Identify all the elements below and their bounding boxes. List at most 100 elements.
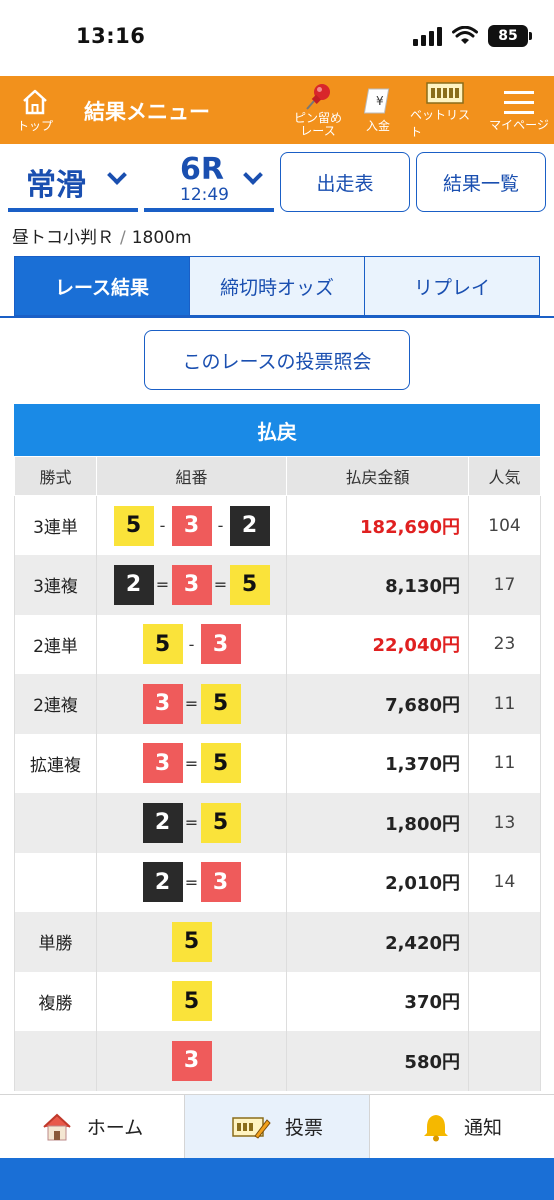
bottom-nav: ホーム 投票 通知 <box>0 1094 554 1158</box>
deposit-label: 入金 <box>365 118 390 133</box>
combination: 3 = 5 <box>97 683 286 724</box>
venue-select[interactable]: 常滑 <box>8 152 138 212</box>
bet-type-cell: 3連単 <box>14 495 97 555</box>
hamburger-menu-icon <box>504 90 534 114</box>
combo-separator: - <box>217 516 224 535</box>
header-combination: 組番 <box>96 456 287 496</box>
status-time: 13:16 <box>76 24 146 48</box>
payout-amount-cell: 370円 <box>286 971 469 1031</box>
nav-home[interactable]: ホーム <box>0 1095 184 1158</box>
nav-vote[interactable]: 投票 <box>184 1095 369 1158</box>
combination: 3 <box>97 1040 286 1081</box>
ticket-pencil-icon <box>232 1116 271 1139</box>
battery-icon: 85 <box>488 25 532 47</box>
combination-cell: 5-3-2 <box>96 495 287 555</box>
payout-amount-cell: 22,040円 <box>286 614 469 674</box>
race-select[interactable]: 6R 12:49 <box>144 152 274 212</box>
payout-amount-cell: 580円 <box>286 1031 469 1091</box>
combination-cell: 3 <box>96 1031 287 1091</box>
payout-row: 2 = 5 1,800円 13 <box>14 793 541 853</box>
betlist-button[interactable]: ベットリスト <box>410 76 480 144</box>
combination: 2 = 3 = 5 <box>97 564 286 605</box>
popularity-cell: 23 <box>468 614 541 674</box>
race-info: 昼トコ小判Ｒ /1800m <box>12 223 192 248</box>
payout-amount-cell: 182,690円 <box>286 495 469 555</box>
boat-number-badge: 5 <box>200 743 241 784</box>
popularity-cell: 11 <box>468 733 541 793</box>
vote-inquiry-button[interactable]: このレースの投票照会 <box>144 330 410 390</box>
boat-number-badge: 2 <box>113 564 154 605</box>
header-payout-amount: 払戻金額 <box>286 456 469 496</box>
signal-icon <box>413 26 442 46</box>
results-list-button[interactable]: 結果一覧 <box>416 152 546 212</box>
combination: 3 = 5 <box>97 743 286 784</box>
home-nav-button[interactable]: トップ <box>10 76 60 144</box>
payout-amount-cell: 8,130円 <box>286 555 469 615</box>
combination: 5 <box>97 981 286 1022</box>
payout-section: 払戻 勝式 組番 払戻金額 人気 3連単 5-3-2 182,690円 104 3連複 2… <box>14 404 541 1091</box>
boat-number-badge: 5 <box>113 505 154 546</box>
boat-number-badge: 5 <box>200 802 241 843</box>
header-popularity: 人気 <box>468 456 541 496</box>
combo-separator: - <box>159 516 166 535</box>
bet-type-cell: 拡連複 <box>14 733 97 793</box>
svg-text:¥: ¥ <box>376 94 384 108</box>
combination: 5-3-2 <box>97 505 286 546</box>
status-bar: 13:16 85 <box>0 0 554 76</box>
tab-closing-odds[interactable]: 締切時オッズ <box>189 257 364 315</box>
popularity-cell <box>468 1031 541 1091</box>
popularity-cell: 13 <box>468 793 541 853</box>
popularity-cell: 11 <box>468 674 541 734</box>
combination-cell: 5 <box>96 971 287 1031</box>
venue-name: 常滑 <box>26 168 86 203</box>
tab-replay[interactable]: リプレイ <box>364 257 539 315</box>
popularity-cell: 14 <box>468 852 541 912</box>
boat-number-badge: 2 <box>229 505 270 546</box>
tab-race-result[interactable]: レース結果 <box>15 257 189 315</box>
payout-row: 単勝 5 2,420円 <box>14 912 541 972</box>
header-bet-type: 勝式 <box>14 456 97 496</box>
bell-icon <box>423 1114 448 1141</box>
boat-number-badge: 5 <box>171 981 212 1022</box>
payout-row: 3連複 2 = 3 = 5 8,130円 17 <box>14 555 541 615</box>
combination-cell: 5-3 <box>96 614 287 674</box>
payout-amount-cell: 2,420円 <box>286 912 469 972</box>
nav-vote-label: 投票 <box>284 1117 323 1139</box>
nav-notify[interactable]: 通知 <box>369 1095 554 1158</box>
boat-number-badge: 5 <box>229 564 270 605</box>
mypage-label: マイページ <box>489 117 549 132</box>
boat-number-badge: 3 <box>142 743 183 784</box>
combination-cell: 2 = 3 <box>96 852 287 912</box>
result-tabs: レース結果 締切時オッズ リプレイ <box>14 256 540 316</box>
yen-document-icon: ¥ <box>364 88 390 113</box>
wifi-icon <box>452 26 478 44</box>
boat-number-badge: 2 <box>142 862 183 903</box>
chevron-down-icon <box>243 165 263 185</box>
entry-table-button[interactable]: 出走表 <box>280 152 410 212</box>
combo-separator: = <box>213 575 228 595</box>
payout-row: 拡連複 3 = 5 1,370円 11 <box>14 733 541 793</box>
mypage-button[interactable]: マイページ <box>488 76 550 144</box>
payout-table: 勝式 組番 払戻金額 人気 3連単 5-3-2 182,690円 104 3連複 2 = 3 =… <box>14 456 541 1091</box>
pin-race-button[interactable]: ピン留め レース <box>286 76 350 144</box>
betlist-label: ベットリスト <box>410 108 471 139</box>
payout-amount-cell: 1,370円 <box>286 733 469 793</box>
combination: 2 = 5 <box>97 802 286 843</box>
deposit-button[interactable]: ¥ 入金 <box>356 76 400 144</box>
combination: 2 = 3 <box>97 862 286 903</box>
status-icons: 85 <box>413 25 532 47</box>
bet-type-cell: 3連複 <box>14 555 97 615</box>
combination: 5-3 <box>97 624 286 665</box>
boat-number-badge: 3 <box>171 1040 212 1081</box>
payout-row: 3 580円 <box>14 1031 541 1091</box>
bet-type-cell <box>14 793 97 853</box>
payout-row: 2連単 5-3 22,040円 23 <box>14 614 541 674</box>
boat-number-badge: 5 <box>200 683 241 724</box>
bet-type-cell: 単勝 <box>14 912 97 972</box>
bet-type-cell: 2連単 <box>14 614 97 674</box>
boat-number-badge: 3 <box>171 564 212 605</box>
combination-cell: 3 = 5 <box>96 674 287 734</box>
house-icon <box>23 89 47 114</box>
nav-notify-label: 通知 <box>463 1117 502 1139</box>
tab-divider <box>0 316 554 318</box>
